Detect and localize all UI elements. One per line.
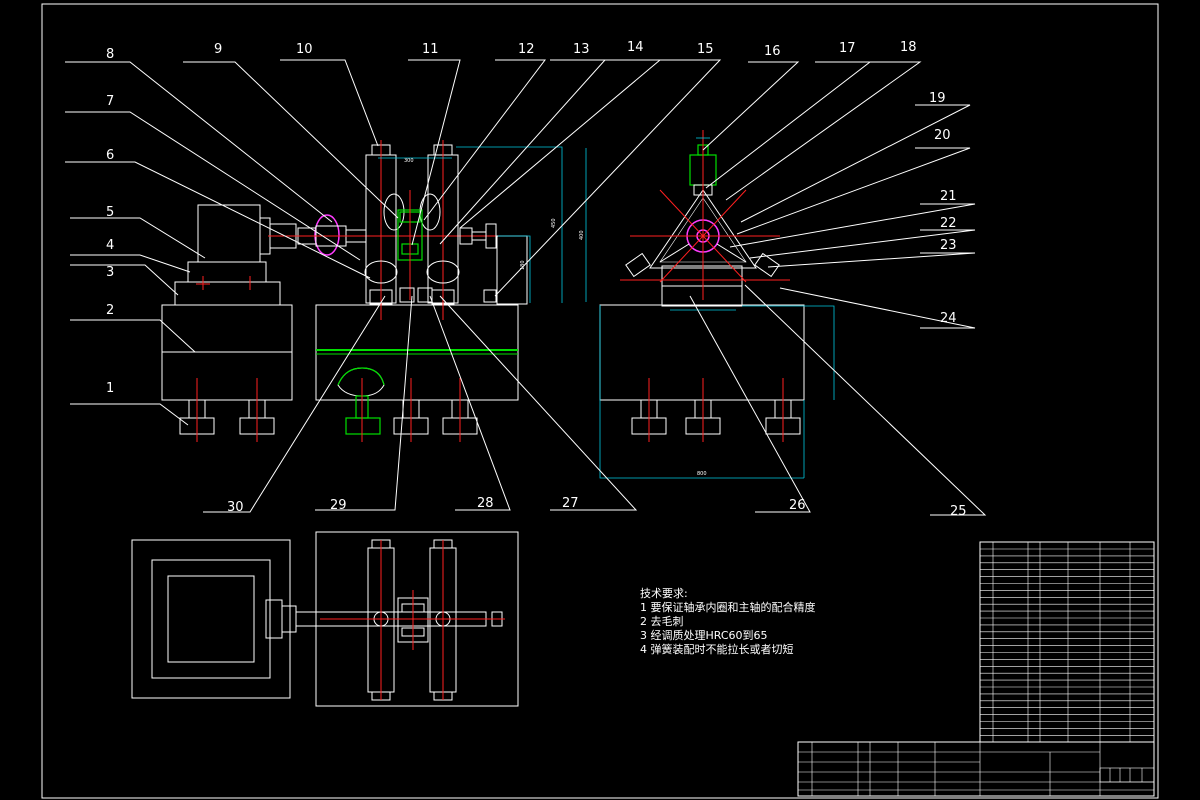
label-4: 4 — [106, 238, 114, 253]
parts-list-rows — [980, 548, 1154, 736]
label-30: 30 — [227, 500, 244, 515]
label-16: 16 — [764, 44, 781, 59]
svg-text:450: 450 — [551, 218, 557, 228]
requirements-title: 技术要求: — [640, 587, 688, 600]
label-11: 11 — [422, 42, 439, 57]
svg-text:400: 400 — [579, 230, 585, 240]
label-19: 19 — [929, 91, 946, 106]
label-22: 22 — [940, 216, 957, 231]
label-7: 7 — [106, 94, 114, 109]
label-21: 21 — [940, 189, 957, 204]
motor-assembly — [161, 204, 297, 442]
label-13: 13 — [573, 42, 590, 57]
svg-text:300: 300 — [404, 158, 414, 164]
label-20: 20 — [934, 128, 951, 143]
label-28: 28 — [477, 496, 494, 511]
svg-text:800: 800 — [697, 471, 707, 477]
requirement-1: 1 要保证轴承内圈和主轴的配合精度 — [640, 600, 816, 614]
label-8: 8 — [106, 47, 114, 62]
label-1: 1 — [106, 381, 114, 396]
requirement-3: 3 经调质处理HRC60到65 — [640, 629, 768, 642]
label-27: 27 — [562, 496, 579, 511]
label-6: 6 — [106, 148, 114, 163]
label-9: 9 — [214, 42, 222, 57]
assembly-drawing: 300 450 180 800 400 1 2 3 4 5 6 7 8 9 10… — [41, 3, 1159, 799]
coupling — [297, 214, 367, 256]
technical-requirements: 技术要求: 1 要保证轴承内圈和主轴的配合精度 2 去毛刺 3 经调质处理HRC… — [640, 587, 816, 656]
label-24: 24 — [940, 311, 957, 326]
label-12: 12 — [518, 42, 535, 57]
label-10: 10 — [296, 42, 313, 57]
label-23: 23 — [940, 238, 957, 253]
parts-list — [979, 541, 1155, 743]
label-15: 15 — [697, 42, 714, 57]
label-26: 26 — [789, 498, 806, 513]
label-5: 5 — [106, 205, 114, 220]
plan-view — [131, 531, 519, 707]
label-18: 18 — [900, 40, 917, 55]
label-29: 29 — [330, 498, 347, 513]
label-25: 25 — [950, 504, 967, 519]
title-block — [797, 741, 1155, 797]
label-3: 3 — [106, 265, 114, 280]
label-2: 2 — [106, 303, 114, 318]
label-14: 14 — [627, 40, 644, 55]
label-17: 17 — [839, 41, 856, 56]
spindle-frame: 300 450 180 — [315, 140, 563, 442]
requirement-4: 4 弹簧装配时不能拉长或者切短 — [640, 642, 794, 656]
requirement-2: 2 去毛刺 — [640, 615, 684, 628]
three-jaw-chuck-view: 800 400 — [579, 130, 835, 479]
